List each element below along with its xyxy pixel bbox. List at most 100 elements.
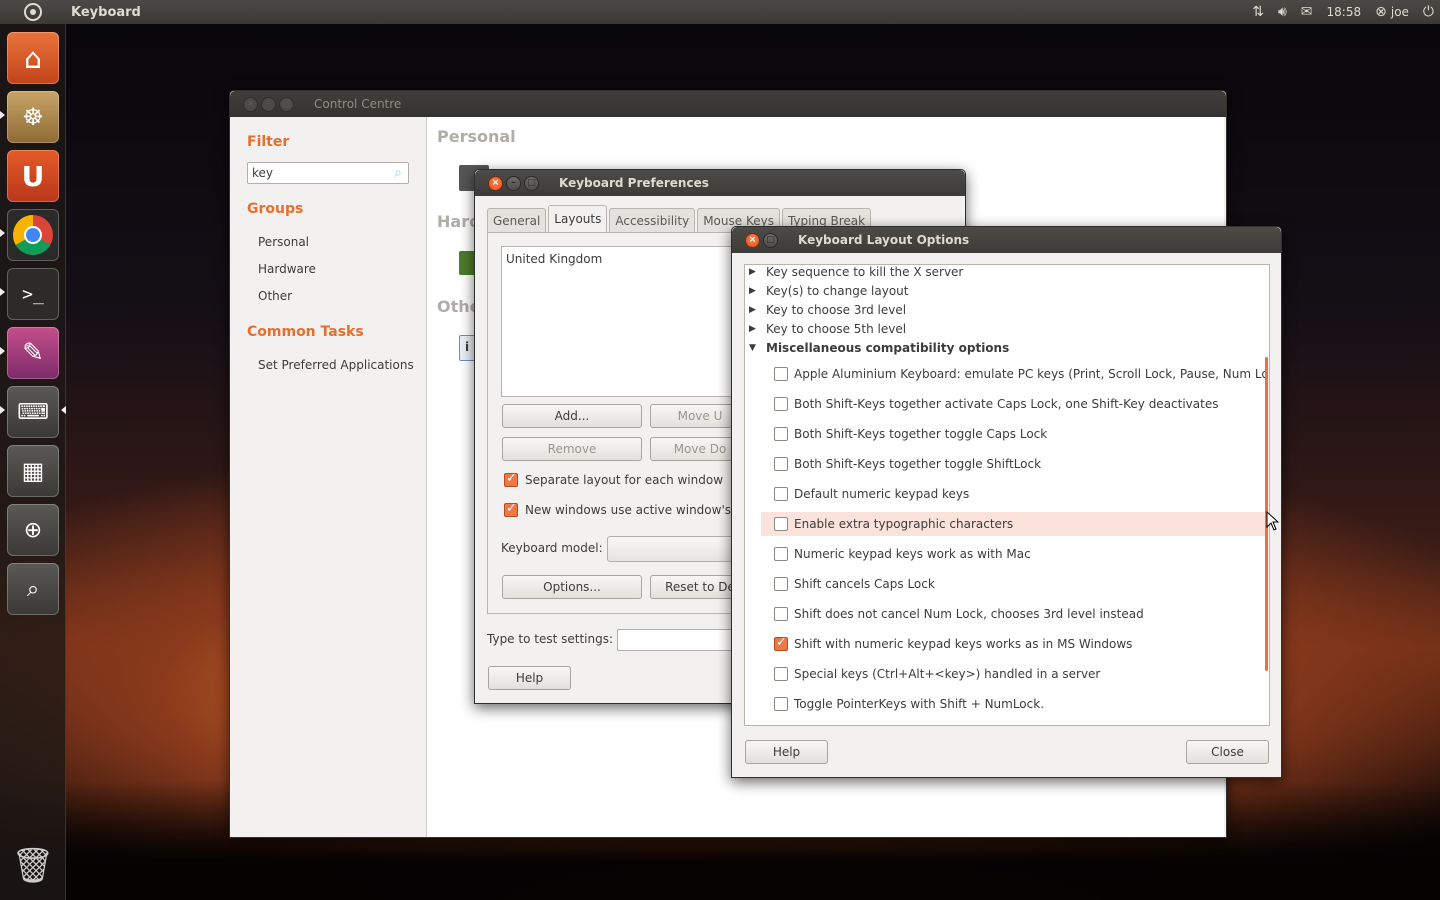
options-tree: ▶ Key sequence to kill the X server ▶ Key(… [744,264,1270,726]
network-icon[interactable]: ⇅ [1252,4,1264,20]
keyboard-icon[interactable]: ⌨ [7,386,59,438]
volume-icon[interactable]: 🔊︎ [1278,4,1287,20]
help-button[interactable]: Help [745,740,828,764]
tree-item-kill-x-server[interactable]: ▶ Key sequence to kill the X server [749,265,963,279]
workspace-switcher-icon[interactable]: ▦ [7,445,59,497]
window-title: Keyboard Preferences [559,176,709,190]
option-row[interactable]: Shift cancels Caps Lock [761,572,1267,596]
option-row[interactable]: Both Shift-Keys together activate Caps L… [761,392,1267,416]
option-row-hovered[interactable]: Enable extra typographic characters [761,512,1267,536]
separate-layout-checkbox[interactable]: Separate layout for each window [504,471,723,487]
clock[interactable]: 18:58 [1327,5,1362,19]
test-settings-label: Type to test settings: [487,632,613,646]
close-icon[interactable]: × [745,232,760,248]
close-icon[interactable]: × [243,96,258,112]
help-button[interactable]: Help [488,666,571,690]
tree-item-3rd-level[interactable]: ▶ Key to choose 3rd level [749,303,906,317]
search-icon[interactable]: ⌕ [394,165,402,181]
minimize-icon[interactable]: – [506,175,521,191]
group-hardware[interactable]: Hardware [258,262,316,276]
close-icon[interactable]: × [488,175,503,191]
option-row[interactable]: Numeric keypad keys work as with Mac [761,542,1267,566]
option-row[interactable]: Shift does not cancel Num Lock, chooses … [761,602,1267,626]
software-center-icon[interactable]: ☸ [7,91,59,143]
option-row[interactable]: Special keys (Ctrl+Alt+<key>) handled in… [761,662,1267,686]
expander-right-icon[interactable]: ▶ [749,305,761,315]
terminal-icon[interactable]: >_ [7,268,59,320]
home-folder-icon[interactable]: ⌂ [7,32,59,84]
tree-item-5th-level[interactable]: ▶ Key to choose 5th level [749,322,906,336]
user-menu[interactable]: ⊗ joe [1375,4,1409,20]
minimize-icon[interactable]: – [261,96,276,112]
launcher: ⌂ ☸ U >_ ✎ ⌨ ▦ ⊕ ⌕ 🗑︎ [0,24,66,900]
tree-label: Key sequence to kill the X server [766,265,964,279]
checkbox-icon[interactable] [774,607,788,621]
section-personal: Personal [437,127,516,146]
control-centre-sidebar: Filter key ⌕ Groups Personal Hardware Ot… [230,117,426,837]
tree-label: Key to choose 3rd level [766,303,907,317]
expander-right-icon[interactable]: ▶ [749,324,761,334]
tab-general[interactable]: General [487,208,547,232]
option-row[interactable]: Shift with numeric keypad keys works as … [761,632,1267,656]
add-layout-button[interactable]: Add... [502,404,642,428]
tab-accessibility[interactable]: Accessibility [609,208,696,232]
new-windows-layout-checkbox[interactable]: New windows use active window's layo [504,501,760,517]
option-row[interactable]: Default numeric keypad keys [761,482,1267,506]
checkbox-icon[interactable] [774,397,788,411]
close-button[interactable]: Close [1186,740,1269,764]
magnifier-icon[interactable]: ⊕ [7,504,59,556]
ubuntu-one-icon[interactable]: U [7,150,59,202]
checkbox-label: New windows use active window's layo [525,503,760,517]
expander-right-icon[interactable]: ▶ [749,267,761,277]
group-other[interactable]: Other [258,289,292,303]
task-set-preferred-applications[interactable]: Set Preferred Applications [258,358,414,372]
maximize-icon[interactable]: □ [524,175,539,191]
layouts-list[interactable]: United Kingdom [501,246,741,397]
control-centre-titlebar: × – □ Control Centre [230,91,1226,117]
trash-icon[interactable]: 🗑︎ [7,840,59,892]
tree-item-misc-compatibility[interactable]: ▼ Miscellaneous compatibility options [749,341,1009,355]
checkbox-icon[interactable] [774,487,788,501]
mail-icon[interactable]: ✉ [1301,4,1313,20]
groups-heading: Groups [247,201,304,217]
checkbox-icon[interactable] [774,367,788,381]
window-title: Control Centre [314,97,402,111]
system-settings-icon[interactable]: ✎ [7,327,59,379]
checkbox-checked-icon[interactable] [774,635,788,651]
group-personal[interactable]: Personal [258,235,309,249]
checkbox-icon[interactable] [774,457,788,471]
checkbox-icon[interactable] [774,547,788,561]
test-settings-input[interactable] [617,629,747,651]
chrome-icon[interactable] [7,209,59,261]
option-row[interactable]: Both Shift-Keys together toggle Caps Loc… [761,422,1267,446]
option-row[interactable]: Apple Aluminium Keyboard: emulate PC key… [761,362,1269,386]
power-icon[interactable]: ⏻ [1423,4,1434,20]
checkbox-icon[interactable] [774,517,788,531]
maximize-icon[interactable]: □ [279,96,294,112]
option-row[interactable]: Both Shift-Keys together toggle ShiftLoc… [761,452,1267,476]
search-icon[interactable]: ⌕ [7,563,59,615]
checkbox-icon[interactable] [774,427,788,441]
dash-home-button[interactable] [0,0,66,24]
option-row[interactable]: Toggle PointerKeys with Shift + NumLock. [761,692,1267,716]
expander-right-icon[interactable]: ▶ [749,286,761,296]
expander-down-icon[interactable]: ▼ [749,343,761,353]
options-button[interactable]: Options... [502,575,642,599]
mouse-cursor-icon [1266,510,1280,534]
top-panel: Keyboard ⇅ 🔊︎ ✉ 18:58 ⊗ joe ⏻ [0,0,1440,24]
layout-item[interactable]: United Kingdom [506,252,736,266]
checkbox-icon[interactable] [774,577,788,591]
tab-layouts[interactable]: Layouts [548,205,608,232]
user-status-icon: ⊗ [1375,4,1387,20]
maximize-icon[interactable]: □ [763,232,778,248]
ubuntu-logo-icon [24,3,42,21]
tree-item-change-layout[interactable]: ▶ Key(s) to change layout [749,284,908,298]
checkbox-icon[interactable] [774,667,788,681]
layout-options-titlebar: × □ Keyboard Layout Options [732,227,1281,253]
checkbox-icon [504,471,518,487]
active-app-title: Keyboard [71,4,141,20]
remove-layout-button[interactable]: Remove [502,437,642,461]
search-input[interactable]: key ⌕ [247,162,409,184]
tree-label: Key(s) to change layout [766,284,909,298]
checkbox-icon[interactable] [774,697,788,711]
